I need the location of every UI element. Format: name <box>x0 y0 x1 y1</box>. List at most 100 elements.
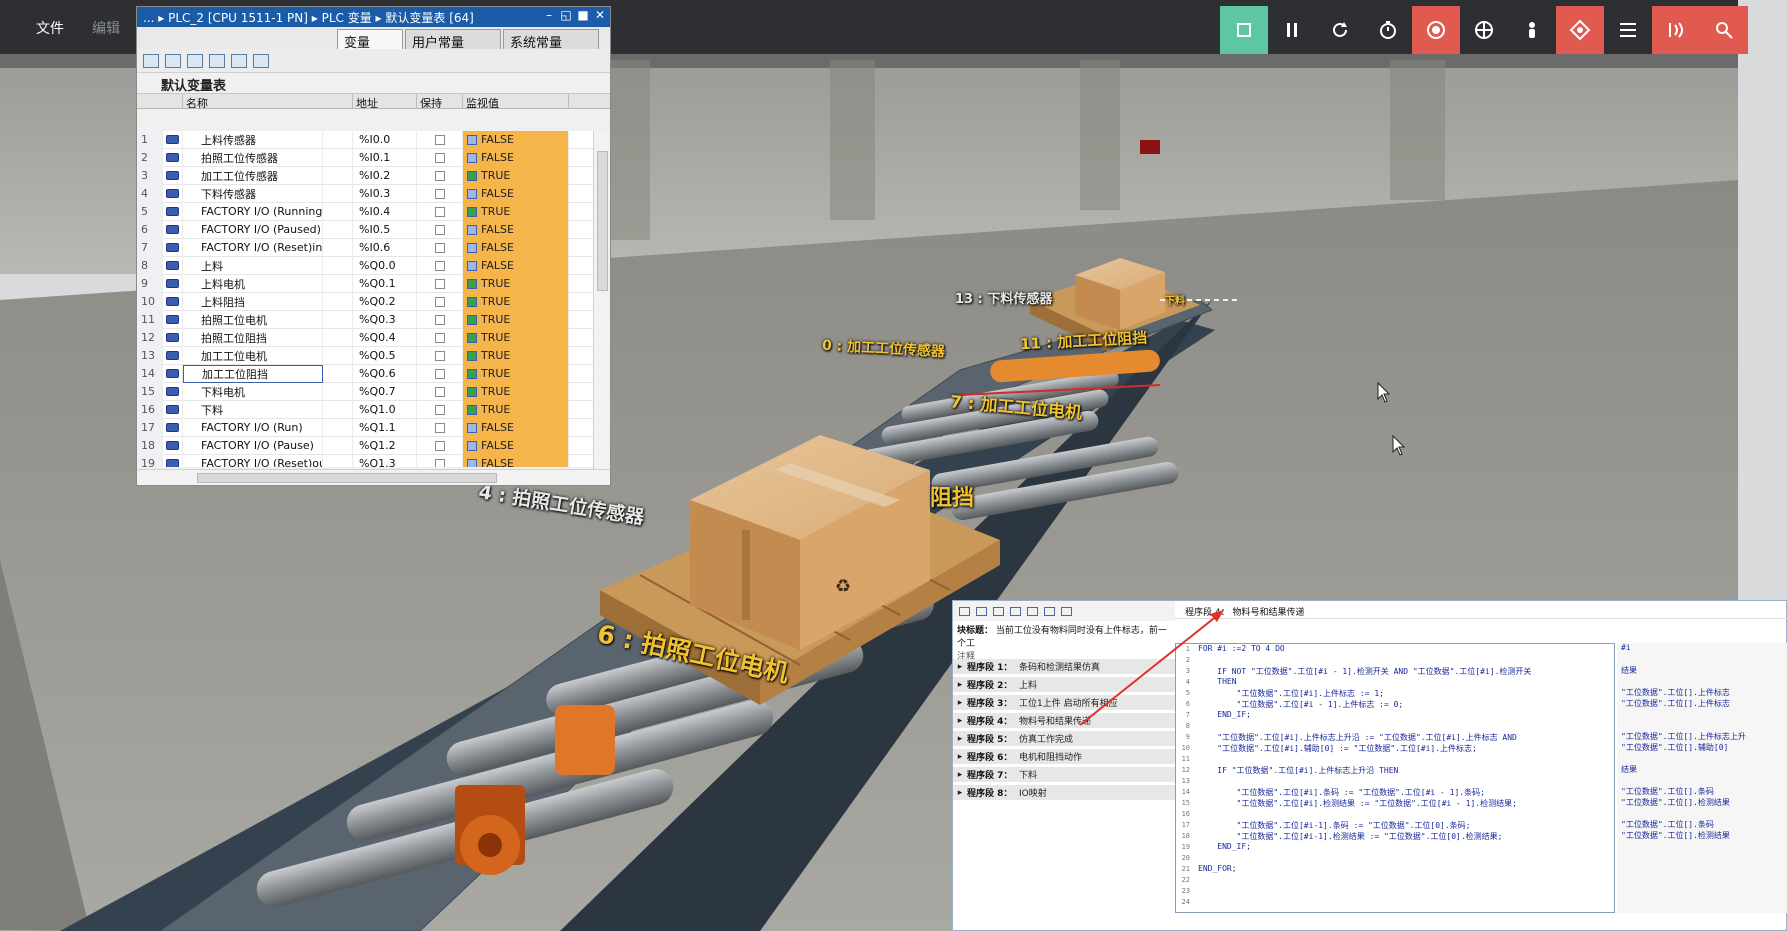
tag-address[interactable]: %I0.2 <box>353 166 417 185</box>
table-row[interactable]: 8 上料 %Q0.0 FALSE <box>137 256 593 275</box>
camera-first-person-button[interactable] <box>1508 6 1556 54</box>
tag-name[interactable]: 上料阻挡 <box>183 292 323 311</box>
horizontal-scrollbar[interactable] <box>137 469 610 485</box>
table-row[interactable]: 18 FACTORY I/O (Pause) %Q1.2 FALSE <box>137 436 593 455</box>
tag-address[interactable]: %I0.3 <box>353 184 417 203</box>
menu-file[interactable]: 文件 <box>36 18 64 38</box>
retain-checkbox[interactable] <box>417 148 463 167</box>
tag-address[interactable]: %Q0.3 <box>353 310 417 329</box>
retain-checkbox[interactable] <box>417 202 463 221</box>
table-row[interactable]: 14 加工工位阻挡 %Q0.6 TRUE <box>137 364 593 383</box>
network-item[interactable]: ▸ 程序段 6： 电机和阻挡动作 <box>953 749 1175 765</box>
settings-button[interactable] <box>1700 6 1748 54</box>
col-name[interactable]: 名称 <box>183 94 353 108</box>
tag-name[interactable]: 下料 <box>183 400 323 419</box>
menu-edit[interactable]: 编辑 <box>92 18 120 38</box>
tag-name[interactable]: 下料电机 <box>183 382 323 401</box>
delete-network-icon[interactable] <box>976 606 987 616</box>
retain-checkbox[interactable] <box>417 131 463 149</box>
retain-checkbox[interactable] <box>417 310 463 329</box>
expand-icon[interactable]: ▸ <box>953 680 967 690</box>
import-icon[interactable] <box>209 53 225 68</box>
expand-icon[interactable]: ▸ <box>953 662 967 672</box>
tag-address[interactable]: %I0.6 <box>353 238 417 257</box>
tag-address[interactable]: %Q0.7 <box>353 382 417 401</box>
block-icon[interactable] <box>1010 606 1021 616</box>
retain-checkbox[interactable] <box>417 274 463 293</box>
sensor-button[interactable] <box>1556 6 1604 54</box>
tag-address[interactable]: %Q1.2 <box>353 436 417 455</box>
table-row[interactable]: 10 上料阻挡 %Q0.2 TRUE <box>137 292 593 311</box>
tab-user-constants[interactable]: 用户常量 <box>405 29 501 51</box>
retain-checkbox[interactable] <box>417 238 463 257</box>
table-row[interactable]: 9 上料电机 %Q0.1 TRUE <box>137 274 593 293</box>
table-row[interactable]: 1 上料传感器 %I0.0 FALSE <box>137 131 593 149</box>
tag-name[interactable]: 加工工位传感器 <box>183 166 323 185</box>
table-row[interactable]: 17 FACTORY I/O (Run) %Q1.1 FALSE <box>137 418 593 437</box>
tag-address[interactable]: %Q1.0 <box>353 400 417 419</box>
tab-system-constants[interactable]: 系统常量 <box>503 29 599 51</box>
network-item[interactable]: ▸ 程序段 7： 下料 <box>953 767 1175 783</box>
tag-name[interactable]: 上料 <box>183 256 323 275</box>
retain-checkbox[interactable] <box>417 364 463 383</box>
table-row[interactable]: 13 加工工位电机 %Q0.5 TRUE <box>137 346 593 365</box>
retain-checkbox[interactable] <box>417 166 463 185</box>
table-row[interactable]: 3 加工工位传感器 %I0.2 TRUE <box>137 166 593 185</box>
properties-icon[interactable] <box>253 53 269 68</box>
col-address[interactable]: 地址 <box>353 94 417 108</box>
tag-address[interactable]: %Q0.5 <box>353 346 417 365</box>
tag-address[interactable]: %Q0.4 <box>353 328 417 347</box>
tag-name[interactable]: 拍照工位阻挡 <box>183 328 323 347</box>
monitor-icon[interactable] <box>231 53 247 68</box>
table-row[interactable]: 4 下料传感器 %I0.3 FALSE <box>137 184 593 203</box>
tag-address[interactable]: %I0.1 <box>353 148 417 167</box>
tag-name[interactable]: 加工工位阻挡 <box>183 364 323 383</box>
retain-checkbox[interactable] <box>417 346 463 365</box>
tag-name[interactable]: 拍照工位电机 <box>183 310 323 329</box>
tag-address[interactable]: %Q1.1 <box>353 418 417 437</box>
tag-address[interactable]: %Q0.6 <box>353 364 417 383</box>
tag-name[interactable]: 加工工位电机 <box>183 346 323 365</box>
network-item[interactable]: ▸ 程序段 8： IO映射 <box>953 785 1175 801</box>
tag-address[interactable]: %Q0.1 <box>353 274 417 293</box>
vertical-scrollbar[interactable] <box>593 131 610 469</box>
close-icon[interactable]: ✕ <box>594 8 606 22</box>
tag-address[interactable]: %Q0.0 <box>353 256 417 275</box>
scl-code-area[interactable]: 1 2 3 4 5 6 7 8 9 10 11 12 13 14 15 16 17 18 19 20 21 22 23 24 … <box>1175 643 1615 913</box>
table-row[interactable]: 5 FACTORY I/O (Running) %I0.4 TRUE <box>137 202 593 221</box>
tag-address[interactable]: %I0.5 <box>353 220 417 239</box>
float-icon[interactable]: ◱ <box>560 8 572 22</box>
drivers-button[interactable] <box>1652 6 1700 54</box>
return-icon[interactable] <box>1044 606 1055 616</box>
tag-name[interactable]: FACTORY I/O (Run) <box>183 418 323 437</box>
retain-checkbox[interactable] <box>417 184 463 203</box>
col-retain[interactable]: 保持 <box>417 94 463 108</box>
table-row[interactable]: 11 拍照工位电机 %Q0.3 TRUE <box>137 310 593 329</box>
table-row[interactable]: 15 下料电机 %Q0.7 TRUE <box>137 382 593 401</box>
tag-address[interactable]: %I0.4 <box>353 202 417 221</box>
table-row[interactable]: 6 FACTORY I/O (Paused) %I0.5 FALSE <box>137 220 593 239</box>
tag-name[interactable]: FACTORY I/O (Reset)out <box>183 454 323 467</box>
add-row-icon[interactable] <box>143 53 159 68</box>
window-titlebar[interactable]: ... ▸ PLC_2 [CPU 1511-1 PN] ▸ PLC 变量 ▸ 默… <box>137 7 610 27</box>
expand-icon[interactable]: ▸ <box>953 716 967 726</box>
tag-address[interactable]: %Q0.2 <box>353 292 417 311</box>
maximize-icon[interactable]: ■ <box>577 8 589 22</box>
minimize-icon[interactable]: – <box>543 8 555 22</box>
insert-network-icon[interactable] <box>959 606 970 616</box>
tag-name[interactable]: 下料传感器 <box>183 184 323 203</box>
expand-icon[interactable]: ▸ <box>953 770 967 780</box>
tag-name[interactable]: FACTORY I/O (Paused) <box>183 220 323 239</box>
insert-row-icon[interactable] <box>165 53 181 68</box>
retain-checkbox[interactable] <box>417 400 463 419</box>
retain-checkbox[interactable] <box>417 382 463 401</box>
table-row[interactable]: 19 FACTORY I/O (Reset)out %Q1.3 FALSE <box>137 454 593 467</box>
stop-button[interactable] <box>1220 6 1268 54</box>
table-row[interactable]: 12 拍照工位阻挡 %Q0.4 TRUE <box>137 328 593 347</box>
tag-name[interactable]: FACTORY I/O (Pause) <box>183 436 323 455</box>
camera-orbit-button[interactable] <box>1412 6 1460 54</box>
tag-name[interactable]: FACTORY I/O (Reset)in <box>183 238 323 257</box>
tag-name[interactable]: 拍照工位传感器 <box>183 148 323 167</box>
jump-icon[interactable] <box>1027 606 1038 616</box>
tab-variables[interactable]: 变量 <box>337 29 403 51</box>
